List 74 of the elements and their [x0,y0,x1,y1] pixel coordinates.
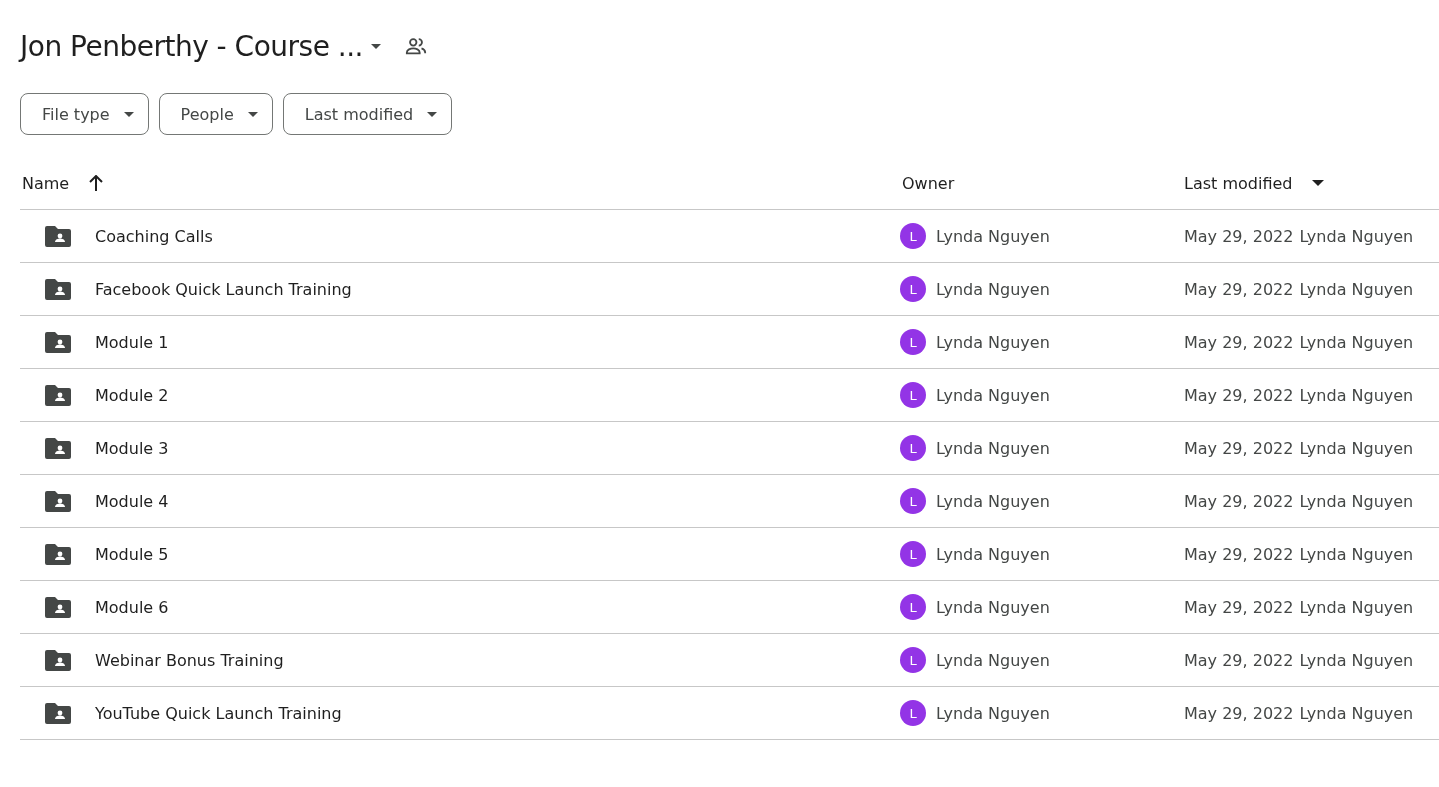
caret-icon [123,111,134,117]
folder-name[interactable]: Module 5 [95,544,169,564]
owner-name: Lynda Nguyen [936,703,1050,723]
shared-folder-icon [45,490,71,512]
folder-title[interactable]: Jon Penberthy - Course ... [20,29,381,63]
folder-name[interactable]: YouTube Quick Launch Training [95,703,342,723]
shared-folder-icon [45,596,71,618]
folder-name[interactable]: Module 1 [95,332,169,352]
owner-avatar: L [900,647,926,673]
owner-name: Lynda Nguyen [936,279,1050,299]
caret-icon [247,111,258,117]
owner-avatar: L [900,223,926,249]
shared-folder-icon [45,649,71,671]
owner-avatar: L [900,488,926,514]
modified-date: May 29, 2022 [1184,279,1294,299]
modified-date: May 29, 2022 [1184,226,1294,246]
modified-by: Lynda Nguyen [1299,385,1414,405]
owner-avatar: L [900,435,926,461]
modified-date: May 29, 2022 [1184,703,1294,723]
folder-name[interactable]: Webinar Bonus Training [95,650,284,670]
modified-by: Lynda Nguyen [1299,226,1414,246]
folder-name[interactable]: Module 3 [95,438,169,458]
caret-icon[interactable] [1312,180,1325,186]
shared-folder-icon [45,437,71,459]
owner-avatar: L [900,276,926,302]
modified-date: May 29, 2022 [1184,544,1294,564]
folder-name[interactable]: Coaching Calls [95,226,213,246]
column-header[interactable]: Last modified [1184,173,1293,193]
owner-avatar: L [900,700,926,726]
shared-folder-icon [45,384,71,406]
owner-name: Lynda Nguyen [936,438,1050,458]
shared-folder-icon [45,225,71,247]
owner-name: Lynda Nguyen [936,332,1050,352]
shared-folder-icon [45,331,71,353]
modified-date: May 29, 2022 [1184,332,1294,352]
caret-icon [427,111,438,117]
folder-name[interactable]: Module 2 [95,385,169,405]
owner-name: Lynda Nguyen [936,491,1050,511]
arrow-up-icon[interactable] [89,175,104,191]
owner-name: Lynda Nguyen [936,385,1050,405]
shared-folder-icon [45,702,71,724]
modified-date: May 29, 2022 [1184,491,1294,511]
modified-by: Lynda Nguyen [1299,279,1414,299]
owner-name: Lynda Nguyen [936,544,1050,564]
owner-avatar: L [900,594,926,620]
shared-folder-icon [45,543,71,565]
modified-date: May 29, 2022 [1184,438,1294,458]
shared-folder-icon [45,278,71,300]
modified-by: Lynda Nguyen [1299,703,1414,723]
owner-avatar: L [900,541,926,567]
filter-chip[interactable]: File type [20,93,149,135]
filter-chip[interactable]: People [158,93,273,135]
folder-name[interactable]: Module 6 [95,597,169,617]
modified-by: Lynda Nguyen [1299,597,1414,617]
modified-date: May 29, 2022 [1184,650,1294,670]
owner-name: Lynda Nguyen [936,650,1050,670]
modified-by: Lynda Nguyen [1299,491,1414,511]
owner-name: Lynda Nguyen [936,226,1050,246]
modified-by: Lynda Nguyen [1299,544,1414,564]
owner-avatar: L [900,329,926,355]
column-header[interactable]: Owner [902,173,955,193]
modified-by: Lynda Nguyen [1299,650,1414,670]
modified-date: May 29, 2022 [1184,597,1294,617]
owner-avatar: L [900,382,926,408]
share-people-icon[interactable] [404,35,427,57]
column-header[interactable]: Name [22,173,70,193]
folder-name[interactable]: Module 4 [95,491,169,511]
caret-icon [370,43,381,49]
modified-by: Lynda Nguyen [1299,332,1414,352]
owner-name: Lynda Nguyen [936,597,1050,617]
folder-name[interactable]: Facebook Quick Launch Training [95,279,352,299]
modified-date: May 29, 2022 [1184,385,1294,405]
modified-by: Lynda Nguyen [1299,438,1414,458]
filter-chip[interactable]: Last modified [282,93,453,135]
